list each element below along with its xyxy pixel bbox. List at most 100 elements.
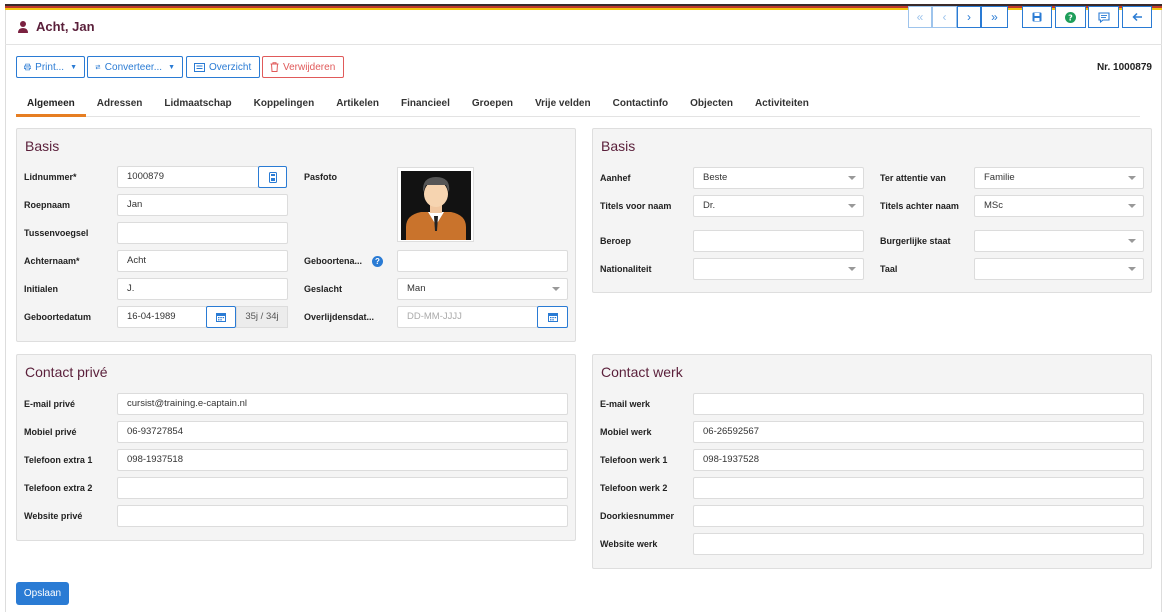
taal-select[interactable]: [974, 258, 1144, 280]
beroep-field[interactable]: [693, 230, 864, 252]
overlijdensdatum-calendar-button[interactable]: [537, 306, 568, 328]
tab-adressen[interactable]: Adressen: [86, 96, 154, 117]
svg-text:?: ?: [1068, 13, 1073, 22]
help-button[interactable]: ?: [1055, 6, 1086, 28]
burgerlijke-staat-label: Burgerlijke staat: [880, 236, 951, 246]
telefoon-extra2-label: Telefoon extra 2: [24, 483, 93, 493]
email-prive-field[interactable]: cursist@training.e-captain.nl: [117, 393, 568, 415]
lidnummer-field[interactable]: 1000879: [117, 166, 259, 188]
tab-algemeen[interactable]: Algemeen: [16, 96, 86, 117]
titels-voor-label: Titels voor naam: [600, 201, 672, 211]
calculator-icon: [268, 171, 277, 183]
help-icon[interactable]: ?: [372, 256, 383, 267]
initialen-label: Initialen: [24, 284, 59, 294]
chevron-down-icon: [552, 287, 560, 291]
save-button[interactable]: Opslaan: [16, 582, 69, 605]
last-record-button[interactable]: »: [981, 6, 1008, 28]
tussenvoegsel-field[interactable]: [117, 222, 288, 244]
tab-objecten[interactable]: Objecten: [679, 96, 744, 117]
delete-button[interactable]: Verwijderen: [262, 56, 344, 78]
contact-prive-title: Contact privé: [25, 364, 108, 380]
previous-icon: ‹: [942, 10, 947, 24]
geboorteplaats-field[interactable]: [397, 250, 568, 272]
record-number: Nr. 1000879: [1096, 62, 1152, 73]
titels-achter-label: Titels achter naam: [880, 201, 959, 211]
achternaam-label: Achternaam*: [24, 256, 80, 266]
first-record-button[interactable]: «: [908, 6, 932, 28]
titels-achter-select[interactable]: MSc: [974, 195, 1144, 217]
mobiel-werk-label: Mobiel werk: [600, 427, 652, 437]
doorkiesnummer-field[interactable]: [693, 505, 1144, 527]
email-werk-field[interactable]: [693, 393, 1144, 415]
calendar-icon: [547, 313, 558, 322]
burgerlijke-staat-select[interactable]: [974, 230, 1144, 252]
printer-icon: [24, 63, 32, 71]
lidnummer-generate-button[interactable]: [258, 166, 287, 188]
print-button[interactable]: Print... ▼: [16, 56, 85, 78]
geslacht-select[interactable]: Man: [397, 278, 568, 300]
aanhef-select[interactable]: Beste: [693, 167, 864, 189]
geboortedatum-field[interactable]: 16-04-1989: [117, 306, 207, 328]
previous-record-button[interactable]: ‹: [932, 6, 957, 28]
tab-contactinfo[interactable]: Contactinfo: [602, 96, 680, 117]
convert-button[interactable]: Converteer... ▼: [87, 56, 183, 78]
next-icon: ›: [967, 10, 971, 24]
chevron-down-icon: [1128, 176, 1136, 180]
save-icon-button[interactable]: [1022, 6, 1052, 28]
overlijdensdatum-label: Overlijdensdat...: [304, 312, 375, 322]
telefoon-extra1-field[interactable]: 098-1937518: [117, 449, 568, 471]
website-prive-field[interactable]: [117, 505, 568, 527]
tab-bar: Algemeen Adressen Lidmaatschap Koppeling…: [16, 96, 1140, 117]
mobiel-prive-field[interactable]: 06-93727854: [117, 421, 568, 443]
convert-label: Converteer...: [104, 61, 163, 73]
telefoon-werk1-field[interactable]: 098-1937528: [693, 449, 1144, 471]
mobiel-prive-label: Mobiel privé: [24, 427, 77, 437]
chevron-down-icon: [848, 176, 856, 180]
nationaliteit-select[interactable]: [693, 258, 864, 280]
website-prive-label: Website privé: [24, 511, 83, 521]
doorkiesnummer-label: Doorkiesnummer: [600, 511, 675, 521]
telefoon-extra2-field[interactable]: [117, 477, 568, 499]
back-button[interactable]: [1122, 6, 1152, 28]
avatar-icon: [401, 171, 471, 240]
telefoon-werk2-label: Telefoon werk 2: [600, 483, 668, 493]
overview-button[interactable]: Overzicht: [186, 56, 260, 78]
tab-artikelen[interactable]: Artikelen: [325, 96, 390, 117]
telefoon-werk2-field[interactable]: [693, 477, 1144, 499]
email-werk-label: E-mail werk: [600, 399, 651, 409]
initialen-field[interactable]: J.: [117, 278, 288, 300]
person-icon: [18, 21, 28, 33]
caret-down-icon: ▼: [70, 63, 77, 71]
tab-activiteiten[interactable]: Activiteiten: [744, 96, 820, 117]
website-werk-field[interactable]: [693, 533, 1144, 555]
tab-groepen[interactable]: Groepen: [461, 96, 524, 117]
calendar-icon: [216, 313, 226, 322]
titels-voor-select[interactable]: Dr.: [693, 195, 864, 217]
overlijdensdatum-field[interactable]: DD-MM-JJJJ: [397, 306, 538, 328]
pasfoto-image[interactable]: [397, 167, 474, 242]
beroep-label: Beroep: [600, 236, 632, 246]
roepnaam-field[interactable]: Jan: [117, 194, 288, 216]
tab-koppelingen[interactable]: Koppelingen: [243, 96, 326, 117]
ter-attentie-select[interactable]: Familie: [974, 167, 1144, 189]
tab-vrije-velden[interactable]: Vrije velden: [524, 96, 602, 117]
age-display: 35j / 34j: [236, 306, 288, 328]
geboortedatum-calendar-button[interactable]: [206, 306, 236, 328]
comment-button[interactable]: [1088, 6, 1119, 28]
achternaam-field[interactable]: Acht: [117, 250, 288, 272]
basis-title: Basis: [25, 138, 60, 154]
floppy-icon: [1032, 12, 1042, 22]
telefoon-werk1-label: Telefoon werk 1: [600, 455, 668, 465]
ter-attentie-value: Familie: [984, 172, 1015, 183]
geboortedatum-label: Geboortedatum: [24, 312, 92, 322]
delete-label: Verwijderen: [283, 61, 336, 73]
mobiel-werk-field[interactable]: 06-26592567: [693, 421, 1144, 443]
taal-label: Taal: [880, 264, 898, 274]
first-icon: «: [916, 10, 924, 24]
chevron-down-icon: [848, 267, 856, 271]
geslacht-label: Geslacht: [304, 284, 343, 294]
next-record-button[interactable]: ›: [957, 6, 981, 28]
titels-achter-value: MSc: [984, 200, 1003, 211]
tab-lidmaatschap[interactable]: Lidmaatschap: [153, 96, 242, 117]
tab-financieel[interactable]: Financieel: [390, 96, 461, 117]
